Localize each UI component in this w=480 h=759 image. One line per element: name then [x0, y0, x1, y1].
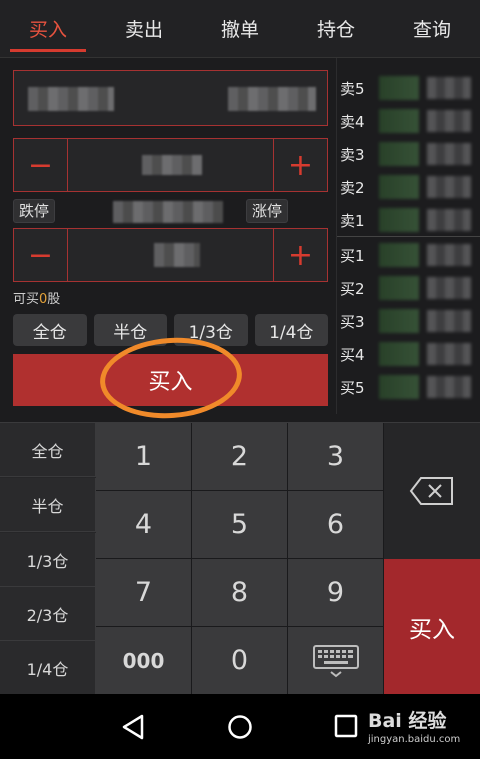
order-book-divider [337, 236, 480, 237]
keypad-third-key[interactable]: 1/3仓 [0, 533, 96, 587]
numeric-keypad: 全仓 半仓 1/3仓 2/3仓 1/4仓 1 2 3 4 5 6 7 8 9 0… [0, 422, 480, 695]
trade-tabs: 买入 卖出 撤单 持仓 查询 [0, 0, 480, 58]
preset-full-button[interactable]: 全仓 [13, 314, 87, 346]
quantity-plus-button[interactable]: + [273, 229, 327, 281]
keypad-buy-button[interactable]: 买入 [384, 559, 480, 695]
blurred-stock-name [228, 87, 316, 111]
key-2[interactable]: 2 [192, 423, 288, 491]
limit-up-label[interactable]: 涨停 [246, 199, 289, 223]
key-8[interactable]: 8 [192, 559, 288, 627]
preset-quarter-button[interactable]: 1/4仓 [254, 314, 328, 346]
tab-buy[interactable]: 买入 [0, 0, 96, 57]
order-book-row: 卖1 [337, 204, 480, 237]
order-book-row: 卖4 [337, 105, 480, 138]
order-book-row: 买5 [337, 371, 480, 404]
order-book-row: 买4 [337, 338, 480, 371]
order-form: − + 跌停 涨停 − + 可买0股 全仓 半仓 1/3仓 1/4仓 买入 [0, 58, 335, 423]
order-book-row: 买3 [337, 305, 480, 338]
key-000[interactable]: 000 [96, 627, 192, 695]
watermark-url: jingyan.baidu.com [368, 734, 461, 745]
key-5[interactable]: 5 [192, 491, 288, 559]
price-minus-button[interactable]: − [14, 139, 68, 191]
tab-holdings[interactable]: 持仓 [288, 0, 384, 57]
stock-code-input[interactable] [13, 70, 328, 126]
limit-down-label[interactable]: 跌停 [13, 199, 56, 223]
back-icon[interactable] [120, 714, 146, 740]
baidu-watermark: Bai 经验 [368, 710, 447, 732]
backspace-icon [409, 477, 453, 505]
key-6[interactable]: 6 [288, 491, 384, 559]
tab-query[interactable]: 查询 [384, 0, 480, 57]
delete-button[interactable] [384, 423, 480, 559]
order-book-row: 买1 [337, 239, 480, 272]
tab-cancel[interactable]: 撤单 [192, 0, 288, 57]
key-0[interactable]: 0 [192, 627, 288, 695]
keyboard-icon [312, 644, 359, 677]
keyboard-switch-button[interactable] [288, 627, 384, 695]
key-4[interactable]: 4 [96, 491, 192, 559]
home-icon[interactable] [227, 714, 253, 740]
tab-sell[interactable]: 卖出 [96, 0, 192, 57]
keypad-two-thirds-key[interactable]: 2/3仓 [0, 587, 96, 641]
order-book: 卖5 卖4 卖3 卖2 卖1 买1 买2 买3 买4 买5 [336, 58, 480, 414]
can-buy-text: 可买0股 [13, 292, 61, 307]
quantity-stepper: − + [13, 228, 328, 282]
key-1[interactable]: 1 [96, 423, 192, 491]
order-book-row: 卖2 [337, 171, 480, 204]
blurred-price [142, 155, 202, 175]
system-nav-bar: Bai 经验 jingyan.baidu.com [0, 694, 480, 759]
keypad-quarter-key[interactable]: 1/4仓 [0, 641, 96, 695]
keypad-full-key[interactable]: 全仓 [0, 423, 96, 477]
blurred-limit-values [113, 201, 223, 223]
key-7[interactable]: 7 [96, 559, 192, 627]
quantity-minus-button[interactable]: − [14, 229, 68, 281]
keypad-half-key[interactable]: 半仓 [0, 478, 96, 532]
key-9[interactable]: 9 [288, 559, 384, 627]
blurred-stock-code [28, 87, 114, 111]
blurred-quantity [154, 243, 200, 267]
order-book-row: 买2 [337, 272, 480, 305]
key-3[interactable]: 3 [288, 423, 384, 491]
price-plus-button[interactable]: + [273, 139, 327, 191]
order-book-row: 卖3 [337, 138, 480, 171]
recents-icon[interactable] [334, 714, 358, 738]
highlight-circle-annotation [97, 333, 245, 423]
order-book-row: 卖5 [337, 72, 480, 105]
limit-row: 跌停 涨停 [13, 199, 328, 225]
price-stepper: − + [13, 138, 328, 192]
